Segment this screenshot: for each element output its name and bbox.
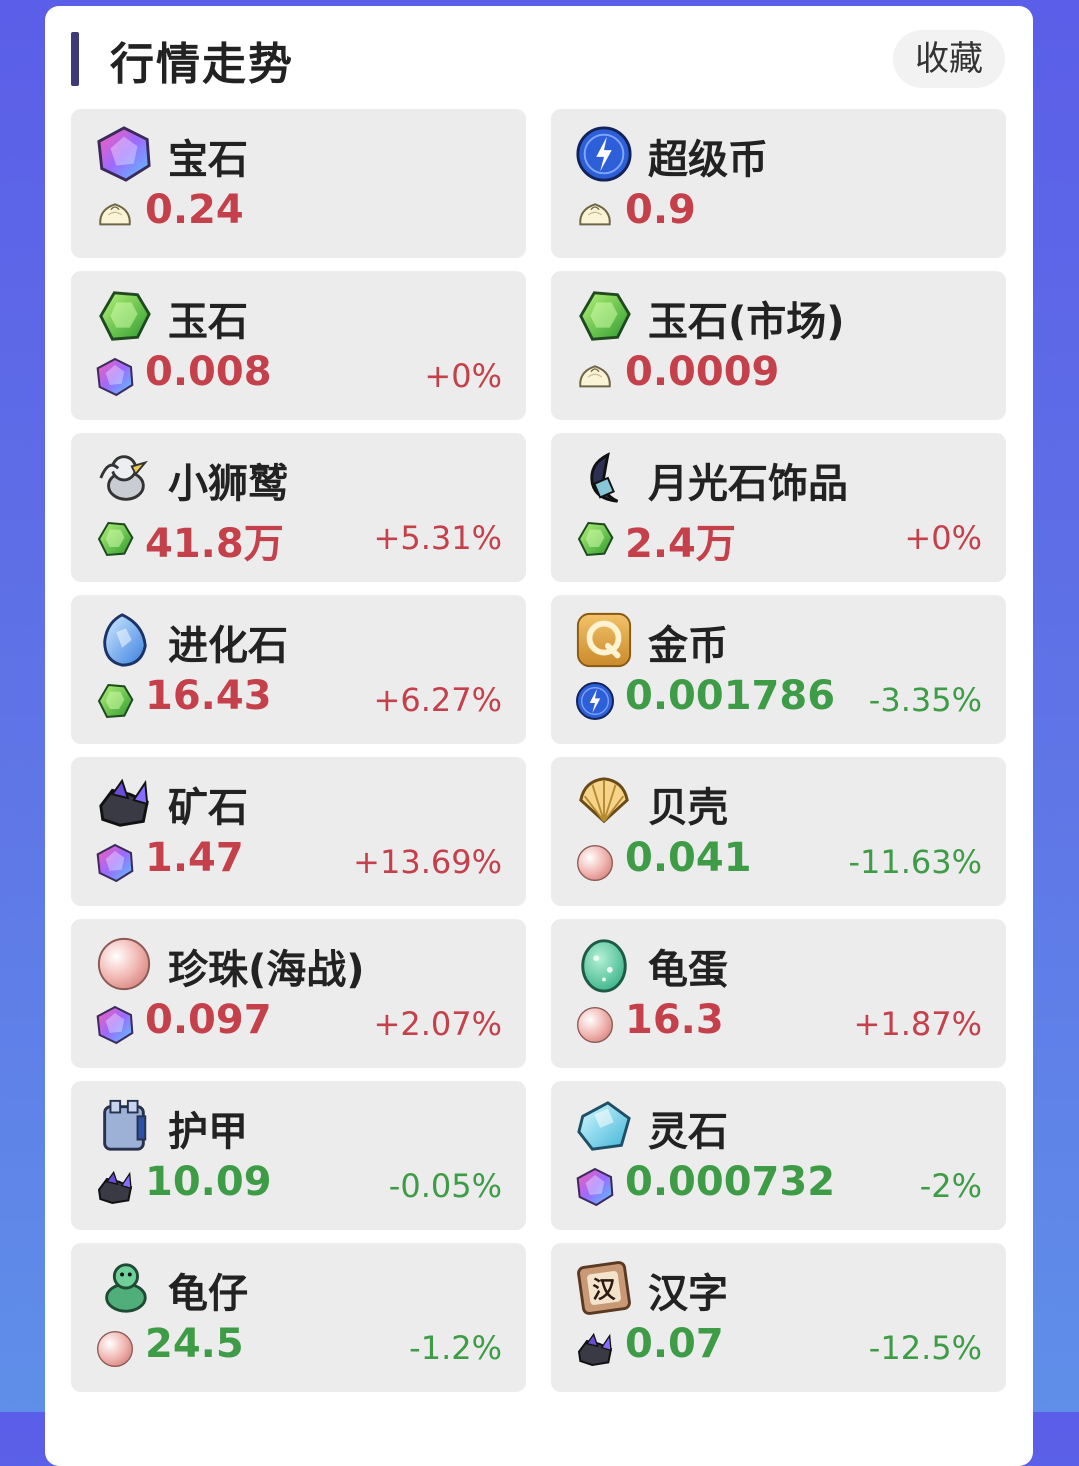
item-name: 汉字 (648, 1271, 728, 1317)
item-change: -0.05% (388, 1167, 502, 1205)
item-change: +6.27% (373, 681, 502, 719)
item-price: 0.041 (625, 835, 752, 881)
market-item-card[interactable]: 金币 0.001786 -3.35% (551, 595, 1006, 744)
item-name: 灵石 (648, 1109, 728, 1155)
item-price: 0.0009 (625, 349, 780, 395)
market-item-card[interactable]: 贝壳 0.041 -11.63% (551, 757, 1006, 906)
super-coin-icon (575, 125, 633, 183)
market-item-card[interactable]: 珍珠(海战) 0.097 +2.07% (71, 919, 526, 1068)
jade-icon (95, 287, 153, 345)
jade-icon (575, 519, 615, 559)
shell-icon (575, 773, 633, 831)
jade-icon (95, 681, 135, 721)
item-price: 0.9 (625, 187, 696, 233)
item-name: 贝壳 (648, 785, 728, 831)
title-accent-bar (71, 32, 79, 86)
gem-icon (95, 357, 135, 397)
jade-icon (95, 519, 135, 559)
market-item-card[interactable]: 进化石 16.43 +6.27% (71, 595, 526, 744)
page-title: 行情走势 (110, 39, 294, 90)
super-coin-icon (575, 681, 615, 721)
item-name: 矿石 (168, 785, 248, 831)
item-change: -3.35% (868, 681, 982, 719)
item-name: 玉石(市场) (648, 299, 845, 345)
market-item-card[interactable]: 龟仔 24.5 -1.2% (71, 1243, 526, 1392)
item-name: 小狮鹫 (168, 461, 288, 507)
bun-icon (575, 357, 615, 397)
item-price: 0.07 (625, 1321, 724, 1367)
item-change: +13.69% (353, 843, 502, 881)
turtle-egg-icon (575, 935, 633, 993)
item-change: -2% (919, 1167, 982, 1205)
gem-icon (95, 843, 135, 883)
armor-icon (95, 1097, 153, 1155)
spirit-stone-icon (575, 1097, 633, 1155)
market-item-card[interactable]: 汉 汉字 0.07 -12.5% (551, 1243, 1006, 1392)
item-price: 16.43 (145, 673, 272, 719)
ore-icon (95, 1167, 135, 1207)
item-price: 0.000732 (625, 1159, 836, 1205)
turtle-icon (95, 1259, 153, 1317)
item-price: 1.47 (145, 835, 244, 881)
item-change: +1.87% (853, 1005, 982, 1043)
pearl-icon (575, 1005, 615, 1045)
jade-icon (575, 287, 633, 345)
item-change: +0% (424, 357, 502, 395)
item-price: 24.5 (145, 1321, 244, 1367)
item-change: -12.5% (868, 1329, 982, 1367)
gem-icon (95, 1005, 135, 1045)
svg-text:汉: 汉 (592, 1277, 616, 1304)
market-item-card[interactable]: 灵石 0.000732 -2% (551, 1081, 1006, 1230)
pearl-icon (575, 843, 615, 883)
ore-icon (575, 1329, 615, 1369)
hanzi-icon: 汉 (575, 1259, 633, 1317)
item-name: 进化石 (168, 623, 288, 669)
market-item-card[interactable]: 宝石 0.24 (71, 109, 526, 258)
favorites-button[interactable]: 收藏 (893, 30, 1005, 88)
griffin-icon (95, 449, 153, 507)
item-name: 宝石 (168, 137, 248, 183)
market-item-card[interactable]: 月光石饰品 2.4万 +0% (551, 433, 1006, 582)
item-name: 玉石 (168, 299, 248, 345)
item-price: 41.8万 (145, 521, 284, 567)
item-name: 龟蛋 (648, 947, 728, 993)
pearl-icon (95, 1329, 135, 1369)
item-price: 0.008 (145, 349, 272, 395)
moonstone-icon (575, 449, 633, 507)
gem-icon (575, 1167, 615, 1207)
market-item-card[interactable]: 矿石 1.47 +13.69% (71, 757, 526, 906)
item-name: 护甲 (168, 1109, 248, 1155)
item-name: 珍珠(海战) (168, 947, 365, 993)
item-change: -11.63% (848, 843, 982, 881)
item-price: 0.001786 (625, 673, 836, 719)
market-item-card[interactable]: 龟蛋 16.3 +1.87% (551, 919, 1006, 1068)
market-item-card[interactable]: 超级币 0.9 (551, 109, 1006, 258)
pearl-icon (95, 935, 153, 993)
market-item-card[interactable]: 玉石(市场) 0.0009 (551, 271, 1006, 420)
item-name: 龟仔 (168, 1271, 248, 1317)
item-change: +5.31% (373, 519, 502, 557)
item-price: 10.09 (145, 1159, 272, 1205)
gold-coin-icon (575, 611, 633, 669)
market-item-card[interactable]: 玉石 0.008 +0% (71, 271, 526, 420)
market-item-card[interactable]: 小狮鹫 41.8万 +5.31% (71, 433, 526, 582)
gem-icon (95, 125, 153, 183)
item-change: +0% (904, 519, 982, 557)
evolution-stone-icon (95, 611, 153, 669)
item-name: 超级币 (648, 137, 768, 183)
item-price: 0.24 (145, 187, 244, 233)
bun-icon (575, 195, 615, 235)
item-price: 16.3 (625, 997, 724, 1043)
item-price: 0.097 (145, 997, 272, 1043)
item-change: -1.2% (409, 1329, 502, 1367)
ore-icon (95, 773, 153, 831)
item-price: 2.4万 (625, 521, 736, 567)
market-item-card[interactable]: 护甲 10.09 -0.05% (71, 1081, 526, 1230)
bun-icon (95, 195, 135, 235)
item-name: 月光石饰品 (648, 461, 848, 507)
item-change: +2.07% (373, 1005, 502, 1043)
item-name: 金币 (648, 623, 728, 669)
